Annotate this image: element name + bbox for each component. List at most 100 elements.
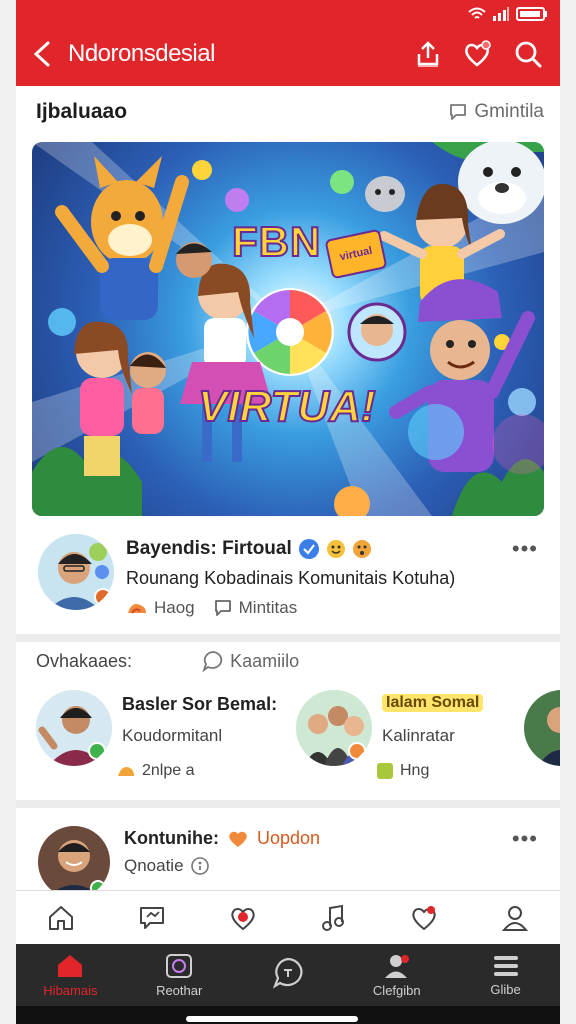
back-arrow-icon [33,41,50,67]
favorites-button[interactable] [458,34,498,74]
community-label: Ovhakaaes: [36,650,133,671]
post-subtitle: Qnoatie [124,856,210,876]
app-bar: Ndoronsdesial [16,28,560,80]
nav-label: Reothar [156,982,203,998]
action-bar [16,890,560,944]
banner-title: FBN [231,217,322,266]
post-author: Bayendis: Firtoual [126,538,372,560]
music-action[interactable] [309,894,357,942]
search-icon [515,41,542,68]
more-options-icon[interactable]: ••• [512,536,538,562]
nav-item-menu[interactable]: Glibe [461,954,551,997]
community-subtitle: Koudormitanl [122,726,223,745]
fire-icon [118,767,134,776]
nav-item-people[interactable]: Clefgibn [352,953,442,998]
profile-icon [501,905,528,931]
profile-action[interactable] [491,894,539,942]
person-photo-icon [524,690,560,766]
comment-icon [214,600,231,616]
home-action[interactable] [37,894,85,942]
divider [16,634,560,642]
signal-icon [493,7,509,21]
emoji-icon-2 [352,540,371,558]
favorite-action[interactable] [400,894,448,942]
nav-item-home[interactable]: Hibamais [25,953,115,998]
battery-icon [516,7,547,21]
fire-icon [128,604,146,614]
like-action[interactable] [219,894,267,942]
nav-label: Glibe [490,981,521,997]
home-icon [58,954,83,977]
avatar[interactable] [296,690,372,766]
home-icon [49,905,74,930]
community-name: Basler Sor Bemal: [122,694,278,714]
nav-label: Clefgibn [372,982,421,998]
section-comment-link[interactable]: Gmintila [448,101,544,123]
community-subtitle: Kalinratar [382,726,455,745]
verified-icon [298,539,319,559]
heart-badge-icon [465,40,491,67]
like-action[interactable]: Haog [126,598,195,618]
emoji-icon [326,540,345,558]
chat-icon [139,906,164,929]
nav-item-camera[interactable]: Reothar [134,953,224,998]
post-item[interactable]: Bayendis: Firtoual Rounang Kobadinais Ko… [34,532,542,628]
top-app-bar: Ndoronsdesial [16,0,560,86]
post-tag: Uopdon [256,828,321,848]
post-author-name: Bayendis: Firtoual [126,538,292,559]
community-header: Ovhakaaes: Kaamiilo [36,650,299,672]
section-link-label: Gmintila [474,101,544,122]
status-bar [468,4,548,24]
community-link[interactable]: Kaamiilo [202,650,299,672]
more-options-icon[interactable]: ••• [512,826,538,852]
tag-icon [377,763,393,779]
post-subtitle-label: Qnoatie [124,856,184,875]
app-screen: Ndoronsdesial Ijbaluaao Gmintila FBN vir… [16,0,560,1024]
post-description: Rounang Kobadinais Komunitais Kotuha) [126,568,456,588]
featured-banner[interactable]: FBN virtual VIRTUA! [32,142,544,516]
community-name: Ialam Somal [382,694,484,712]
section-title: Ijbaluaao [36,100,128,123]
nav-label: Hibamais [43,982,98,998]
community-list: Basler Sor Bemal: Koudormitanl 2nlpe a I… [36,688,560,788]
info-icon [190,857,209,875]
bottom-navigation: Hibamais Reothar Clefgibn Glibe [16,944,560,1006]
online-badge [88,742,106,760]
divider [16,800,560,808]
chat-action[interactable] [128,894,176,942]
avatar[interactable] [38,534,114,610]
nav-item-chat[interactable] [243,956,333,994]
app-actions [408,34,560,74]
heart-icon [230,907,255,930]
banner-subtitle: VIRTUA! [197,381,377,432]
heart-outline-icon [412,905,436,930]
menu-icon [493,955,518,976]
chat-icon [272,957,303,989]
section-header: Ijbaluaao Gmintila [36,96,544,128]
community-tag-label: 2nlpe a [142,762,195,779]
avatar[interactable] [524,690,560,766]
music-icon [322,904,345,931]
app-title: Ndoronsdesial [68,40,215,67]
community-tag-label: Hng [400,762,430,779]
comment-label: Mintitas [238,598,298,617]
avatar[interactable] [38,826,110,898]
community-tag: Hng [376,762,429,780]
post-author-name: Kontunihe: [124,828,219,848]
wifi-icon [468,7,486,19]
share-icon [417,41,439,67]
back-button[interactable] [16,28,68,80]
share-button[interactable] [408,34,448,74]
post-item[interactable]: Kontunihe: Uopdon Qnoatie ••• [34,822,542,898]
activity-badge [348,742,366,760]
search-button[interactable] [508,34,548,74]
camera-icon [166,953,193,978]
people-icon [384,954,409,978]
comment-icon [450,104,467,120]
comment-action[interactable]: Mintitas [213,598,298,618]
post-meta: Haog Mintitas [126,598,297,618]
heart-icon [229,831,247,847]
home-indicator[interactable] [186,1016,358,1022]
avatar[interactable] [36,690,112,766]
comment-icon [202,651,223,672]
